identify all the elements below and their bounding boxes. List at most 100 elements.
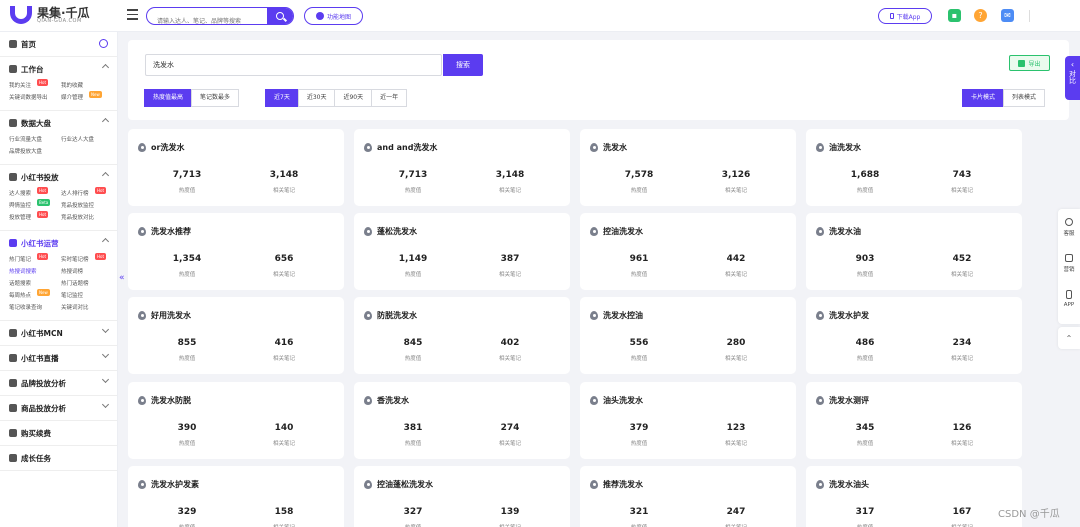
keyword-card[interactable]: 洗发水护发 486 热度值 234 相关笔记 [806,297,1022,374]
sidebar-item-competitor-compare[interactable]: 竞品投放对比 [61,213,113,223]
tab-7-days[interactable]: 近7天 [265,89,299,107]
brand-logo[interactable]: 果集·千瓜 QIAN-GUA.COM [10,6,90,24]
sidebar-section-header[interactable]: 工作台 [9,57,110,81]
menu-toggle-icon[interactable] [127,9,138,20]
card-title[interactable]: 蓬松洗发水 [364,226,417,237]
sidebar-item-hot-search[interactable]: 热搜词搜索 [9,267,61,277]
sidebar-item-topic-search[interactable]: 话题搜索 [9,279,61,289]
mail-icon[interactable]: ✉ [1001,9,1014,22]
card-title[interactable]: and and洗发水 [364,142,437,153]
keyword-input[interactable]: 洗发水 [145,54,442,76]
sidebar-item-keyword-compare[interactable]: 关键词对比 [61,303,113,313]
tab-sort-heat[interactable]: 热度值最高 [144,89,193,107]
sidebar-item-media-manage[interactable]: 媒介管理 New [61,91,113,103]
keyword-card[interactable]: 推荐洗发水 321 热度值 247 相关笔记 [580,466,796,527]
card-title[interactable]: 油洗发水 [816,142,861,153]
keyword-card[interactable]: 洗发水 7,578 热度值 3,126 相关笔记 [580,129,796,206]
keyword-card[interactable]: 油洗发水 1,688 热度值 743 相关笔记 [806,129,1022,206]
keyword-card[interactable]: 洗发水防脱 390 热度值 140 相关笔记 [128,382,344,459]
card-title[interactable]: 洗发水控油 [590,310,643,321]
sidebar-item-sentiment[interactable]: 舆情监控 Beta [9,199,61,211]
card-title[interactable]: 控油蓬松洗发水 [364,479,433,490]
tab-30-days[interactable]: 近30天 [297,89,336,107]
card-title[interactable]: or洗发水 [138,142,184,153]
keyword-search-button[interactable]: 搜索 [443,54,483,76]
sidebar-item-hot-search-rank[interactable]: 热搜词榜 [61,267,113,277]
card-title[interactable]: 洗发水护发 [816,310,869,321]
sidebar-section-renew[interactable]: 购买续费 [0,421,117,446]
download-app-button[interactable]: 下载App [878,8,932,24]
sidebar-item-kol-search[interactable]: 达人搜索 Hot [9,187,61,199]
tab-card-mode[interactable]: 卡片模式 [962,89,1005,107]
sidebar-item-realtime-notes[interactable]: 实时笔记榜 Hot [61,253,113,265]
sidebar-section-growth[interactable]: 成长任务 [0,446,117,471]
card-title[interactable]: 油头洗发水 [590,395,643,406]
sidebar-item-brand-ads[interactable]: 品牌投放大盘 [9,147,61,157]
function-map-button[interactable]: 功能地图 [304,7,363,25]
keyword-card[interactable]: 洗发水护发素 329 热度值 158 相关笔记 [128,466,344,527]
compare-tab[interactable]: ‹ 对比 [1065,56,1080,100]
sidebar-section-header[interactable]: 小红书投放 [9,165,110,189]
sidebar-home[interactable]: 首页 [0,32,117,57]
card-title[interactable]: 推荐洗发水 [590,479,643,490]
app-button[interactable]: APP [1058,281,1080,317]
settings-icon[interactable] [99,39,108,48]
global-search-input[interactable] [147,13,265,24]
card-title[interactable]: 洗发水油 [816,226,861,237]
sidebar-item-note-monitor[interactable]: 笔记监控 [61,291,113,301]
gift-icon[interactable]: ▪ [948,9,961,22]
keyword-card[interactable]: 洗发水推荐 1,354 热度值 656 相关笔记 [128,213,344,290]
global-search-button[interactable] [267,8,293,24]
keyword-card[interactable]: 油头洗发水 379 热度值 123 相关笔记 [580,382,796,459]
keyword-card[interactable]: 好用洗发水 855 热度值 416 相关笔记 [128,297,344,374]
sidebar-item-hot-notes[interactable]: 热门笔记 Hot [9,253,61,265]
tab-1-year[interactable]: 近一年 [371,89,408,107]
back-to-top-button[interactable]: ⌃ [1058,327,1080,349]
card-title[interactable]: 洗发水测评 [816,395,869,406]
sidebar-section-brand-analysis[interactable]: 品牌投放分析 [0,371,117,396]
sidebar-item-industry-traffic[interactable]: 行业流量大盘 [9,135,61,145]
keyword-card[interactable]: 洗发水油 903 热度值 452 相关笔记 [806,213,1022,290]
help-icon[interactable]: ? [974,9,987,22]
card-title[interactable]: 洗发水 [590,142,627,153]
sidebar-item-keyword-export[interactable]: 关键词数据导出 [9,93,61,103]
keyword-card[interactable]: 防脱洗发水 845 热度值 402 相关笔记 [354,297,570,374]
keyword-card[interactable]: 洗发水油头 317 热度值 167 相关笔记 [806,466,1022,527]
card-title[interactable]: 香洗发水 [364,395,409,406]
sidebar-item-my-collect[interactable]: 我的收藏 [61,81,113,91]
sidebar-item-note-index[interactable]: 笔记收录查询 [9,303,61,313]
card-title[interactable]: 好用洗发水 [138,310,191,321]
sidebar-item-kol-rank[interactable]: 达人排行榜 Hot [61,187,113,199]
card-title[interactable]: 洗发水油头 [816,479,869,490]
keyword-card[interactable]: 控油洗发水 961 热度值 442 相关笔记 [580,213,796,290]
card-title[interactable]: 控油洗发水 [590,226,643,237]
sidebar-section-header[interactable]: 小红书运营 [9,231,110,255]
keyword-card[interactable]: 控油蓬松洗发水 327 热度值 139 相关笔记 [354,466,570,527]
card-title[interactable]: 洗发水防脱 [138,395,191,406]
keyword-card[interactable]: 香洗发水 381 热度值 274 相关笔记 [354,382,570,459]
tab-sort-notes[interactable]: 笔记数最多 [191,89,240,107]
card-title[interactable]: 洗发水护发素 [138,479,199,490]
tab-90-days[interactable]: 近90天 [334,89,373,107]
keyword-card[interactable]: 洗发水测评 345 热度值 126 相关笔记 [806,382,1022,459]
sidebar-section-header[interactable]: 数据大盘 [9,111,110,135]
sidebar-item-hot-topic-rank[interactable]: 热门话题榜 [61,279,113,289]
sidebar-item-my-follow[interactable]: 我的关注 Hot [9,79,61,91]
export-button[interactable]: 导出 [1009,55,1050,71]
card-title[interactable]: 洗发水推荐 [138,226,191,237]
keyword-card[interactable]: and and洗发水 7,713 热度值 3,148 相关笔记 [354,129,570,206]
keyword-card[interactable]: 洗发水控油 556 热度值 280 相关笔记 [580,297,796,374]
keyword-card[interactable]: 蓬松洗发水 1,149 热度值 387 相关笔记 [354,213,570,290]
keyword-card[interactable]: or洗发水 7,713 热度值 3,148 相关笔记 [128,129,344,206]
sidebar-item-ads-manage[interactable]: 投放管理 Hot [9,211,61,223]
sidebar-collapse-icon[interactable]: « [119,273,125,283]
sidebar-item-industry-kol[interactable]: 行业达人大盘 [61,135,113,145]
marketing-button[interactable]: 营销 [1058,245,1080,281]
sidebar-item-competitor-monitor[interactable]: 竞品投放监控 [61,201,113,211]
customer-service-button[interactable]: 客服 [1058,209,1080,245]
sidebar-section-mcn[interactable]: 小红书MCN [0,321,117,346]
card-title[interactable]: 防脱洗发水 [364,310,417,321]
sidebar-section-live[interactable]: 小红书直播 [0,346,117,371]
sidebar-item-weekly-hot[interactable]: 每周热点 New [9,289,61,301]
tab-list-mode[interactable]: 列表模式 [1003,89,1046,107]
